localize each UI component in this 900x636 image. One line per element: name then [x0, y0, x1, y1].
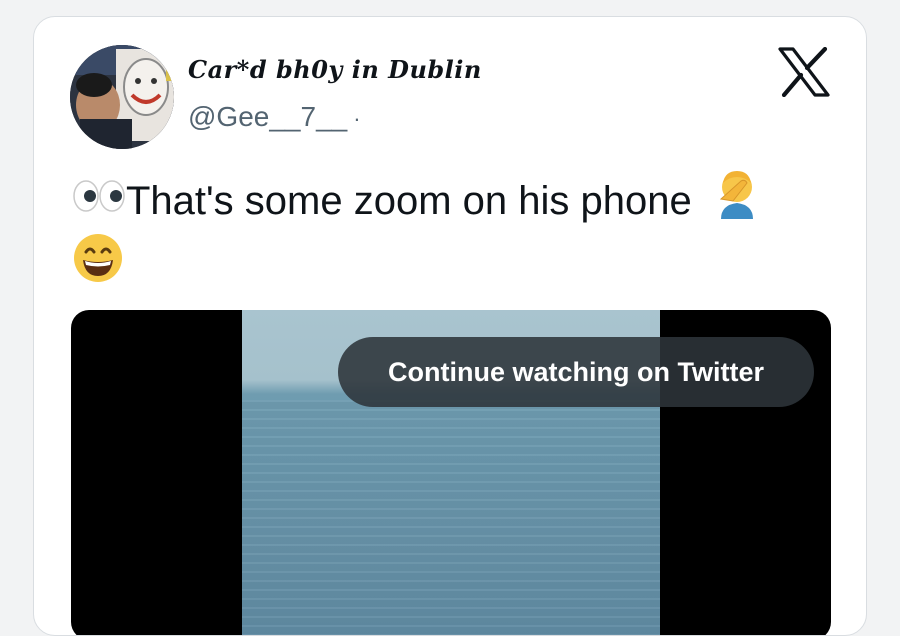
sea-texture [242, 400, 660, 635]
tweet-text: That's some zoom on his phone [72, 171, 812, 297]
x-logo-icon[interactable] [778, 46, 830, 98]
tweet-card[interactable]: Car*d bh0y in Dublin @Gee__7__ · That's s… [33, 16, 867, 636]
facepalm-emoji-icon [715, 167, 759, 232]
display-name[interactable]: Car*d bh0y in Dublin [188, 55, 482, 84]
avatar[interactable] [70, 45, 174, 149]
continue-watching-button[interactable]: Continue watching on Twitter [338, 337, 814, 407]
video-player[interactable]: Continue watching on Twitter [71, 310, 831, 635]
user-handle[interactable]: @Gee__7__ [188, 101, 347, 132]
tweet-body: That's some zoom on his phone [126, 179, 692, 224]
handle-row: @Gee__7__ · [188, 101, 361, 133]
grinning-face-emoji-icon [72, 232, 124, 297]
eyes-emoji-icon [72, 174, 126, 226]
separator-dot: · [353, 106, 361, 131]
